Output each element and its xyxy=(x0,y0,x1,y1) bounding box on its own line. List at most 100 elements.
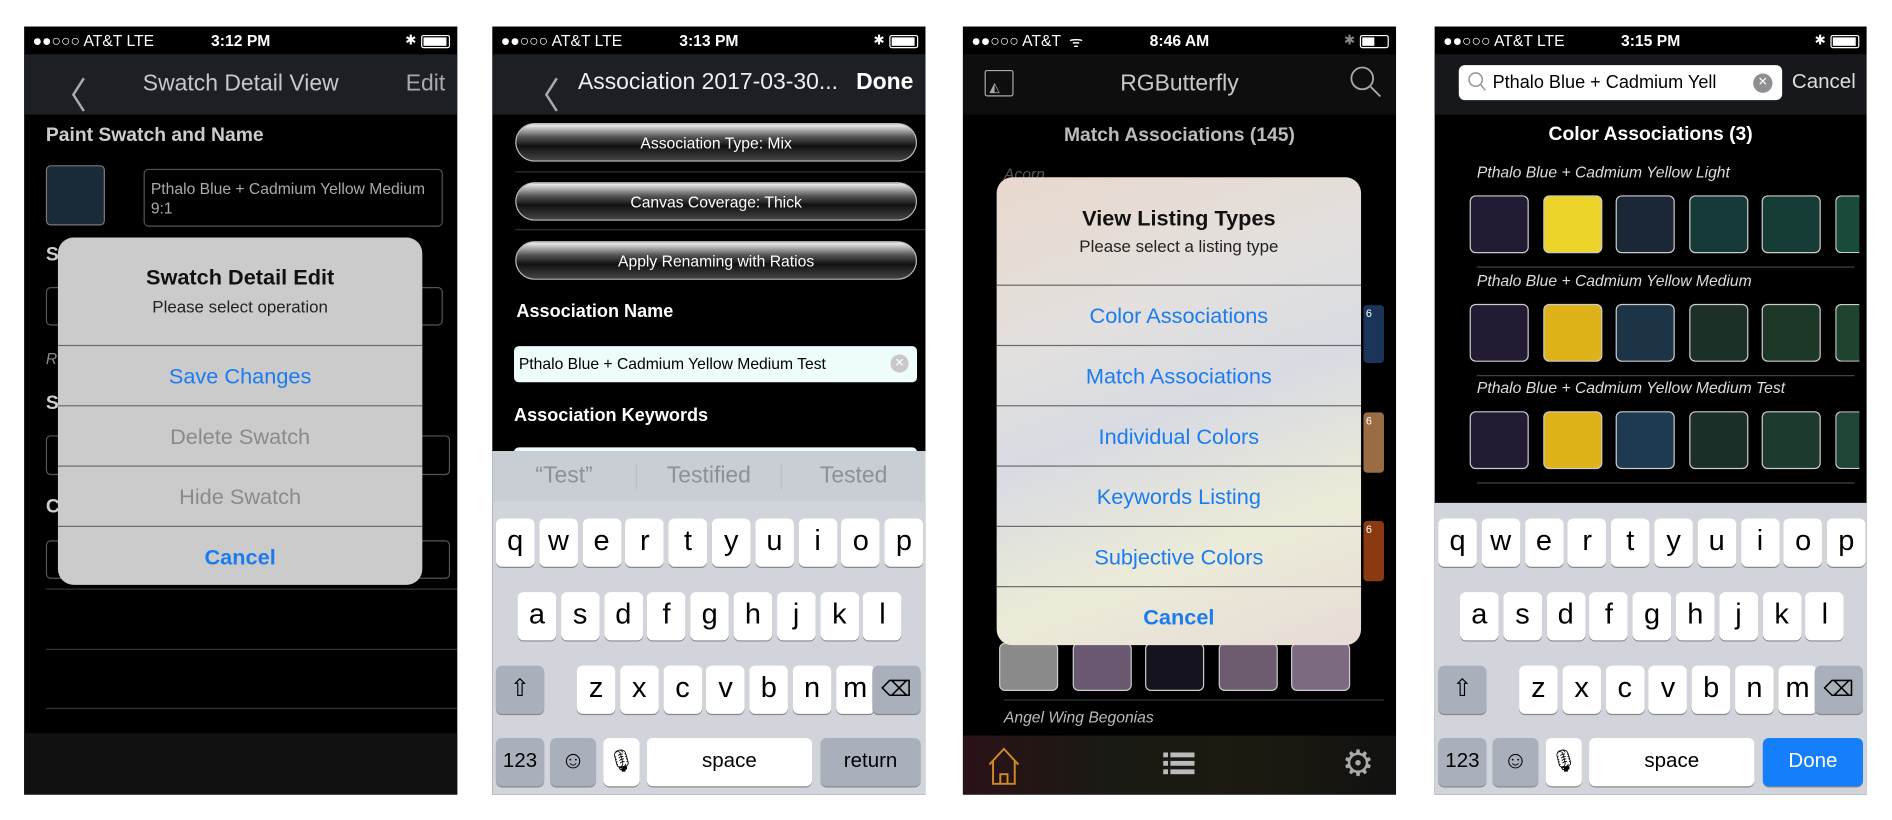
association-name[interactable]: Pthalo Blue + Cadmium Yellow Medium xyxy=(1477,271,1752,289)
key-s[interactable]: s xyxy=(560,592,600,641)
swatch[interactable] xyxy=(999,642,1059,691)
key-i[interactable]: i xyxy=(1740,518,1780,567)
key-i[interactable]: i xyxy=(798,518,837,567)
association-name[interactable]: Pthalo Blue + Cadmium Yellow Medium Test xyxy=(1477,379,1785,397)
key-c[interactable]: c xyxy=(663,665,702,714)
color-swatch[interactable] xyxy=(1542,411,1602,470)
search-icon[interactable] xyxy=(1348,64,1384,106)
partial-swatch[interactable]: 6 xyxy=(1363,520,1384,582)
color-swatch[interactable] xyxy=(1761,303,1821,362)
emoji-key-icon[interactable]: ☺ xyxy=(550,738,597,787)
key-v[interactable]: v xyxy=(706,665,745,714)
color-swatch[interactable] xyxy=(1688,411,1748,470)
done-key[interactable]: Done xyxy=(1762,738,1863,787)
key-c[interactable]: c xyxy=(1605,665,1645,714)
key-r[interactable]: r xyxy=(625,518,665,567)
key-k[interactable]: k xyxy=(819,592,859,641)
color-swatch[interactable] xyxy=(1615,411,1675,470)
microphone-key-icon[interactable]: 🎙 xyxy=(603,738,640,787)
color-swatch[interactable] xyxy=(1615,195,1675,254)
key-p[interactable]: p xyxy=(1827,518,1866,567)
key-p[interactable]: p xyxy=(884,518,924,567)
clear-icon[interactable]: ✕ xyxy=(1753,73,1773,93)
key-n[interactable]: n xyxy=(1735,665,1774,714)
color-swatch[interactable] xyxy=(1469,195,1529,254)
key-y[interactable]: y xyxy=(1654,518,1693,567)
key-n[interactable]: n xyxy=(792,665,832,714)
swatch-name-field[interactable]: Pthalo Blue + Cadmium Yellow Medium 9:1 xyxy=(143,168,443,227)
key-l[interactable]: l xyxy=(1805,592,1845,641)
key-u[interactable]: u xyxy=(1697,518,1737,567)
save-changes-button[interactable]: Save Changes xyxy=(57,344,423,405)
suggestion[interactable]: Tested xyxy=(780,463,926,490)
color-swatch[interactable] xyxy=(1615,303,1675,362)
association-type-button[interactable]: Association Type: Mix xyxy=(515,123,918,162)
key-u[interactable]: u xyxy=(755,518,794,567)
key-h[interactable]: h xyxy=(733,592,773,641)
key-m[interactable]: m xyxy=(1778,665,1817,714)
shift-key-icon[interactable]: ⇧ xyxy=(1438,665,1487,714)
key-e[interactable]: e xyxy=(582,518,621,567)
swatch[interactable] xyxy=(1218,642,1278,691)
clear-icon[interactable]: ✕ xyxy=(890,354,909,373)
key-d[interactable]: d xyxy=(1546,592,1585,641)
key-o[interactable]: o xyxy=(841,518,881,567)
key-x[interactable]: x xyxy=(619,665,659,714)
key-a[interactable]: a xyxy=(1459,592,1499,641)
key-v[interactable]: v xyxy=(1648,665,1688,714)
numbers-key[interactable]: 123 xyxy=(495,738,545,787)
color-swatch[interactable] xyxy=(1688,195,1748,254)
color-swatch[interactable] xyxy=(1834,411,1859,470)
hide-swatch-button[interactable]: Hide Swatch xyxy=(57,465,423,525)
key-f[interactable]: f xyxy=(1589,592,1629,641)
color-swatch[interactable] xyxy=(1542,303,1602,362)
key-y[interactable]: y xyxy=(711,518,751,567)
suggestion[interactable]: “Test” xyxy=(492,463,636,490)
emoji-key-icon[interactable]: ☺ xyxy=(1492,738,1539,787)
backspace-key-icon[interactable]: ⌫ xyxy=(1814,665,1863,714)
key-b[interactable]: b xyxy=(1691,665,1731,714)
shift-key-icon[interactable]: ⇧ xyxy=(495,665,545,714)
cancel-button[interactable]: Cancel xyxy=(57,525,423,585)
swatch[interactable] xyxy=(1072,642,1132,691)
numbers-key[interactable]: 123 xyxy=(1438,738,1487,787)
edit-button[interactable]: Edit xyxy=(406,71,446,98)
match-associations-option[interactable]: Match Associations xyxy=(996,344,1362,405)
key-t[interactable]: t xyxy=(1611,518,1650,567)
key-l[interactable]: l xyxy=(863,592,902,641)
key-e[interactable]: e xyxy=(1524,518,1564,567)
key-w[interactable]: w xyxy=(539,518,578,567)
space-key[interactable]: space xyxy=(646,738,813,787)
key-o[interactable]: o xyxy=(1783,518,1823,567)
canvas-coverage-button[interactable]: Canvas Coverage: Thick xyxy=(515,182,918,221)
key-q[interactable]: q xyxy=(1438,518,1477,567)
association-name[interactable]: Pthalo Blue + Cadmium Yellow Light xyxy=(1477,163,1730,181)
key-s[interactable]: s xyxy=(1503,592,1542,641)
key-h[interactable]: h xyxy=(1675,592,1715,641)
key-j[interactable]: j xyxy=(1719,592,1758,641)
home-icon[interactable] xyxy=(987,745,1021,792)
key-z[interactable]: z xyxy=(576,665,616,714)
cancel-button[interactable]: Cancel xyxy=(996,586,1362,645)
key-w[interactable]: w xyxy=(1481,518,1521,567)
key-r[interactable]: r xyxy=(1567,518,1607,567)
color-swatch[interactable] xyxy=(1469,303,1529,362)
association-name-input[interactable]: Pthalo Blue + Cadmium Yellow Medium Test… xyxy=(514,346,918,383)
back-chevron-icon[interactable]: 〈 xyxy=(524,66,560,119)
key-g[interactable]: g xyxy=(690,592,730,641)
key-f[interactable]: f xyxy=(647,592,686,641)
color-swatch[interactable] xyxy=(1834,303,1859,362)
cancel-search-button[interactable]: Cancel xyxy=(1792,70,1856,94)
key-b[interactable]: b xyxy=(749,665,789,714)
search-input[interactable]: Pthalo Blue + Cadmium Yell ✕ xyxy=(1458,65,1783,101)
key-m[interactable]: m xyxy=(835,665,875,714)
key-a[interactable]: a xyxy=(517,592,557,641)
key-k[interactable]: k xyxy=(1762,592,1801,641)
swatch[interactable] xyxy=(1291,642,1351,691)
key-j[interactable]: j xyxy=(776,592,816,641)
color-swatch[interactable] xyxy=(1542,195,1602,254)
color-associations-option[interactable]: Color Associations xyxy=(996,284,1362,345)
subjective-colors-option[interactable]: Subjective Colors xyxy=(996,525,1362,586)
return-key[interactable]: return xyxy=(820,738,921,787)
color-swatch[interactable] xyxy=(1761,411,1821,470)
